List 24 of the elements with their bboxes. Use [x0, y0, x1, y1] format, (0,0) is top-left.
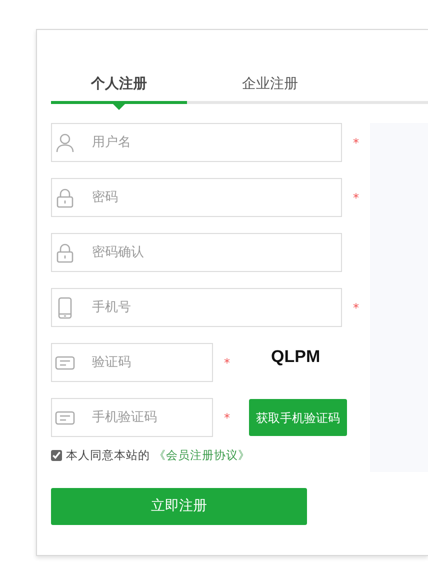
agreement-link[interactable]: 《会员注册协议》: [154, 447, 250, 464]
input-field[interactable]: 密码确认: [51, 233, 342, 272]
tab[interactable]: 个人注册: [51, 74, 187, 104]
phone-icon: [58, 296, 72, 318]
agree-checkbox[interactable]: [51, 450, 62, 462]
required-mark: *: [353, 300, 359, 316]
required-mark: *: [353, 134, 359, 152]
captcha-text[interactable]: QLPM: [271, 344, 320, 370]
input-field[interactable]: 手机验证码: [51, 398, 213, 437]
required-mark: *: [224, 410, 230, 426]
required-mark: *: [353, 190, 359, 206]
input-field[interactable]: 用户名: [51, 123, 342, 162]
message-icon: [55, 356, 75, 370]
lock-icon: [56, 188, 74, 208]
required-mark: *: [224, 354, 230, 372]
pointer-icon: [113, 104, 125, 110]
tab[interactable]: 企业注册: [187, 74, 353, 104]
input-field[interactable]: 验证码: [51, 343, 213, 382]
input-field[interactable]: 密码: [51, 178, 342, 217]
message-icon: [55, 410, 75, 424]
input-field[interactable]: 手机号: [51, 288, 342, 327]
user-icon: [56, 132, 74, 152]
agreement-text: 本人同意本站的: [66, 447, 150, 464]
lock-icon: [56, 242, 74, 262]
